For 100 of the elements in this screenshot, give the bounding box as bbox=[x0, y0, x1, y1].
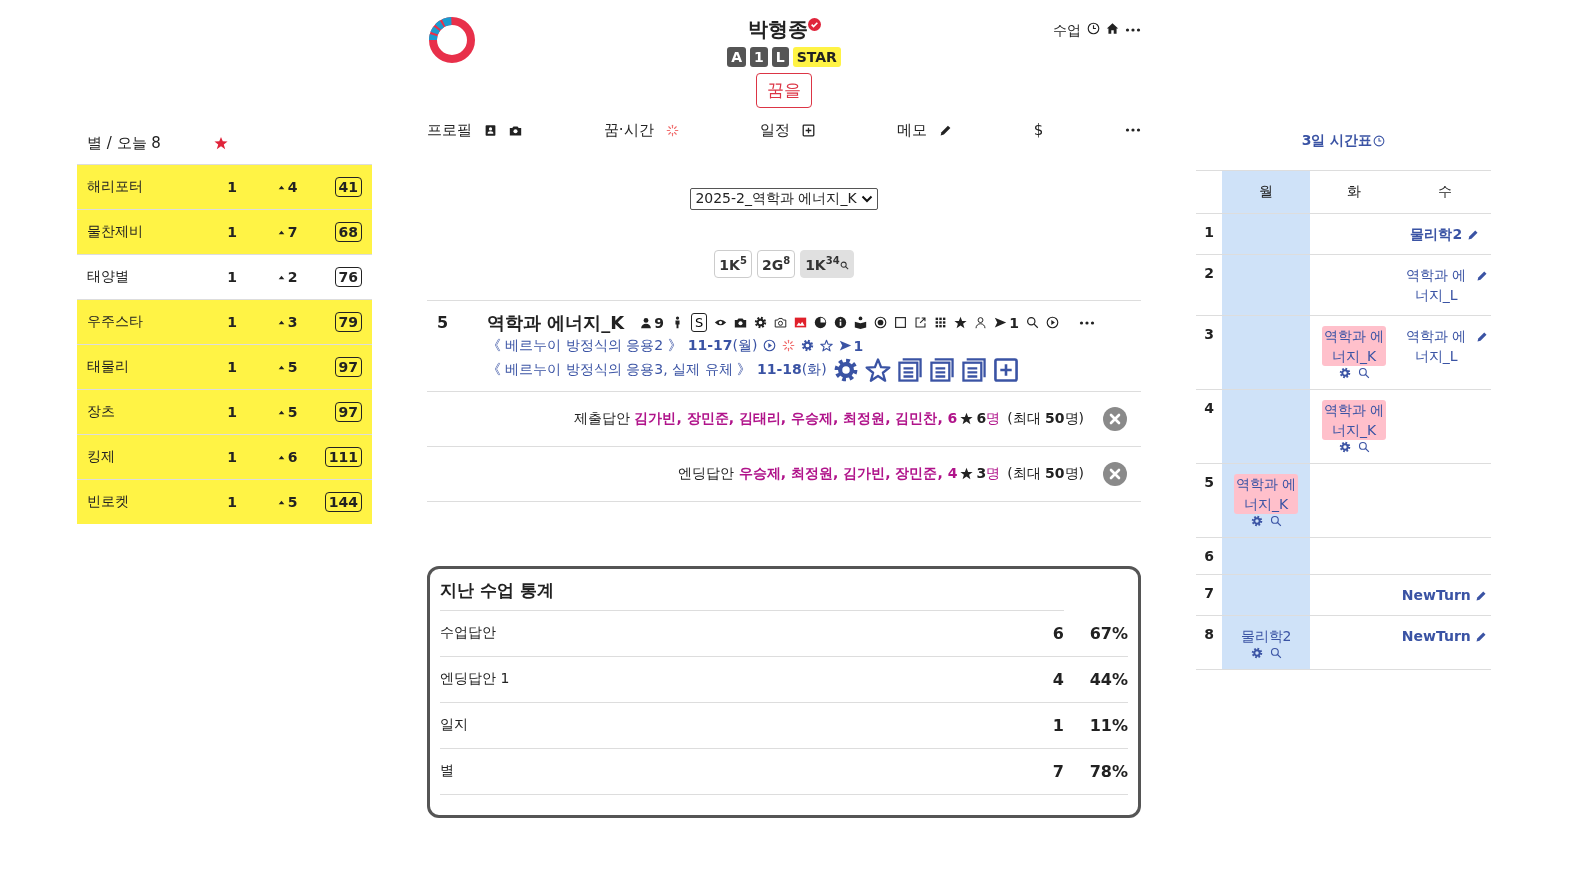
square-icon[interactable] bbox=[894, 316, 908, 330]
play-circle-icon[interactable] bbox=[1046, 316, 1059, 330]
star-icon[interactable] bbox=[954, 316, 968, 330]
total-count: 97 bbox=[334, 357, 362, 377]
search-icon[interactable] bbox=[1357, 367, 1370, 379]
nav-link[interactable]: $ bbox=[1033, 121, 1044, 139]
course-select[interactable]: 2025-2_역학과 에너지_K bbox=[690, 188, 878, 210]
pencil-icon[interactable] bbox=[939, 123, 952, 137]
plus-square-icon[interactable] bbox=[992, 356, 1019, 383]
arrow-right-icon[interactable] bbox=[839, 339, 853, 353]
class-link[interactable]: 수업 bbox=[1053, 22, 1081, 40]
user-icon[interactable] bbox=[640, 316, 653, 329]
close-icon[interactable] bbox=[1103, 406, 1127, 431]
gear-icon[interactable] bbox=[1338, 367, 1351, 379]
student-name: 태물리 bbox=[87, 358, 130, 376]
student-row[interactable]: 해리포터 1 4 41 bbox=[77, 164, 372, 209]
class-entry[interactable]: 역학과 에너지_K bbox=[1322, 326, 1386, 366]
class-entry[interactable]: 역학과 에너지_K bbox=[1322, 400, 1386, 440]
camera-icon[interactable] bbox=[734, 316, 748, 330]
rise-count: 7 bbox=[287, 224, 298, 240]
class-entry[interactable]: 역학과 에너지_L bbox=[1401, 326, 1472, 366]
info-icon[interactable] bbox=[834, 316, 848, 330]
close-icon[interactable] bbox=[1103, 461, 1127, 486]
arrow-right-icon[interactable] bbox=[994, 316, 1008, 330]
gear-icon[interactable] bbox=[754, 316, 768, 330]
plus-square-icon[interactable] bbox=[802, 123, 816, 137]
external-link-icon[interactable] bbox=[914, 316, 928, 330]
pencil-icon[interactable] bbox=[1475, 270, 1488, 282]
star-answer-count: 3명 bbox=[976, 464, 1001, 483]
rise-count: 6 bbox=[287, 449, 298, 465]
student-row[interactable]: 빈로켓 1 5 144 bbox=[77, 479, 372, 524]
student-name: 킹제 bbox=[87, 448, 116, 466]
rise-count: 5 bbox=[287, 404, 298, 420]
contact-card-icon[interactable] bbox=[484, 123, 497, 137]
book-reader-icon[interactable] bbox=[854, 316, 868, 330]
day-header[interactable]: 월 bbox=[1222, 170, 1310, 214]
lesson-title: 역학과 에너지_K bbox=[487, 310, 625, 335]
student-row[interactable]: 태물리 1 5 97 bbox=[77, 344, 372, 389]
stat-label: 별 bbox=[440, 762, 455, 781]
clock-icon[interactable] bbox=[1087, 22, 1100, 35]
grid-icon[interactable] bbox=[934, 316, 948, 330]
camera-outline-icon[interactable] bbox=[774, 316, 788, 330]
spinner-icon[interactable] bbox=[665, 123, 679, 137]
s-button[interactable]: S bbox=[690, 313, 708, 333]
total-count: 111 bbox=[324, 447, 362, 467]
search-icon[interactable] bbox=[1357, 441, 1370, 453]
gear-icon[interactable] bbox=[801, 339, 815, 353]
caret-down-icon[interactable] bbox=[860, 194, 873, 204]
pie-chart-icon[interactable] bbox=[814, 316, 828, 330]
gear-icon[interactable] bbox=[832, 356, 859, 383]
camera-icon[interactable] bbox=[509, 123, 522, 137]
search-icon[interactable] bbox=[1026, 316, 1039, 330]
search-icon[interactable] bbox=[839, 260, 849, 270]
document-icon[interactable] bbox=[928, 356, 955, 383]
class-chip[interactable]: 1K$^{5}$ bbox=[714, 250, 752, 278]
radio-button-icon[interactable] bbox=[874, 316, 888, 330]
dream-button[interactable]: 꿈을 bbox=[756, 73, 812, 108]
nav-link[interactable]: 메모 bbox=[897, 120, 927, 140]
class-entry[interactable]: 역학과 에너지_L bbox=[1401, 265, 1472, 305]
document-icon[interactable] bbox=[960, 356, 987, 383]
nav-link[interactable]: 프로필 bbox=[427, 120, 472, 140]
class-entry[interactable]: 역학과 에너지_K bbox=[1234, 474, 1298, 514]
pencil-icon[interactable] bbox=[1466, 229, 1479, 241]
total-count: 79 bbox=[334, 312, 362, 332]
star-outline-icon[interactable] bbox=[864, 356, 891, 383]
day-header[interactable]: 수 bbox=[1398, 170, 1491, 214]
star-count: 1 bbox=[226, 449, 238, 465]
student-row[interactable]: 장츠 1 5 97 bbox=[77, 389, 372, 434]
student-name: 태양별 bbox=[87, 268, 130, 286]
send-count: 1 bbox=[853, 337, 864, 354]
class-entry[interactable]: NewTurn bbox=[1401, 626, 1471, 646]
student-name: 해리포터 bbox=[87, 178, 144, 196]
play-circle-icon[interactable] bbox=[763, 339, 777, 353]
nav-link[interactable]: 일정 bbox=[760, 120, 791, 140]
student-row[interactable]: 우주스타 1 3 79 bbox=[77, 299, 372, 344]
user-outline-icon[interactable] bbox=[974, 316, 988, 330]
timetable-link[interactable]: 3일 시간표 bbox=[1301, 132, 1373, 150]
pencil-icon[interactable] bbox=[1475, 631, 1488, 643]
class-chip[interactable]: 1K$^{34}$ bbox=[800, 250, 854, 278]
pencil-icon[interactable] bbox=[1475, 590, 1488, 602]
donut-logo[interactable] bbox=[428, 16, 476, 64]
unit-link[interactable]: 《 베르누이 방정식의 응용2 》 bbox=[487, 336, 682, 355]
star-outline-icon[interactable] bbox=[820, 339, 834, 353]
clock-icon[interactable] bbox=[1373, 135, 1386, 147]
day-header[interactable]: 화 bbox=[1310, 170, 1398, 214]
pencil-icon[interactable] bbox=[1475, 331, 1488, 343]
student-row[interactable]: 물찬제비 1 7 68 bbox=[77, 209, 372, 254]
document-icon[interactable] bbox=[896, 356, 923, 383]
class-entry[interactable]: 물리학2 bbox=[1410, 224, 1463, 244]
student-name: 빈로켓 bbox=[87, 493, 130, 511]
class-entry[interactable]: NewTurn bbox=[1401, 585, 1471, 605]
unit-link[interactable]: 《 베르누이 방정식의 응용3, 실제 유체 》 bbox=[487, 360, 752, 379]
star-answer-count: 6명 bbox=[976, 409, 1001, 428]
nav-link[interactable]: 꿈·시간 bbox=[603, 120, 654, 140]
gear-icon[interactable] bbox=[1338, 441, 1351, 453]
class-chip[interactable]: 2G$^{8}$ bbox=[756, 250, 796, 278]
image-icon[interactable] bbox=[794, 316, 808, 330]
student-row[interactable]: 킹제 1 6 111 bbox=[77, 434, 372, 479]
spinner-icon[interactable] bbox=[782, 339, 796, 353]
home-icon[interactable] bbox=[1106, 22, 1119, 35]
